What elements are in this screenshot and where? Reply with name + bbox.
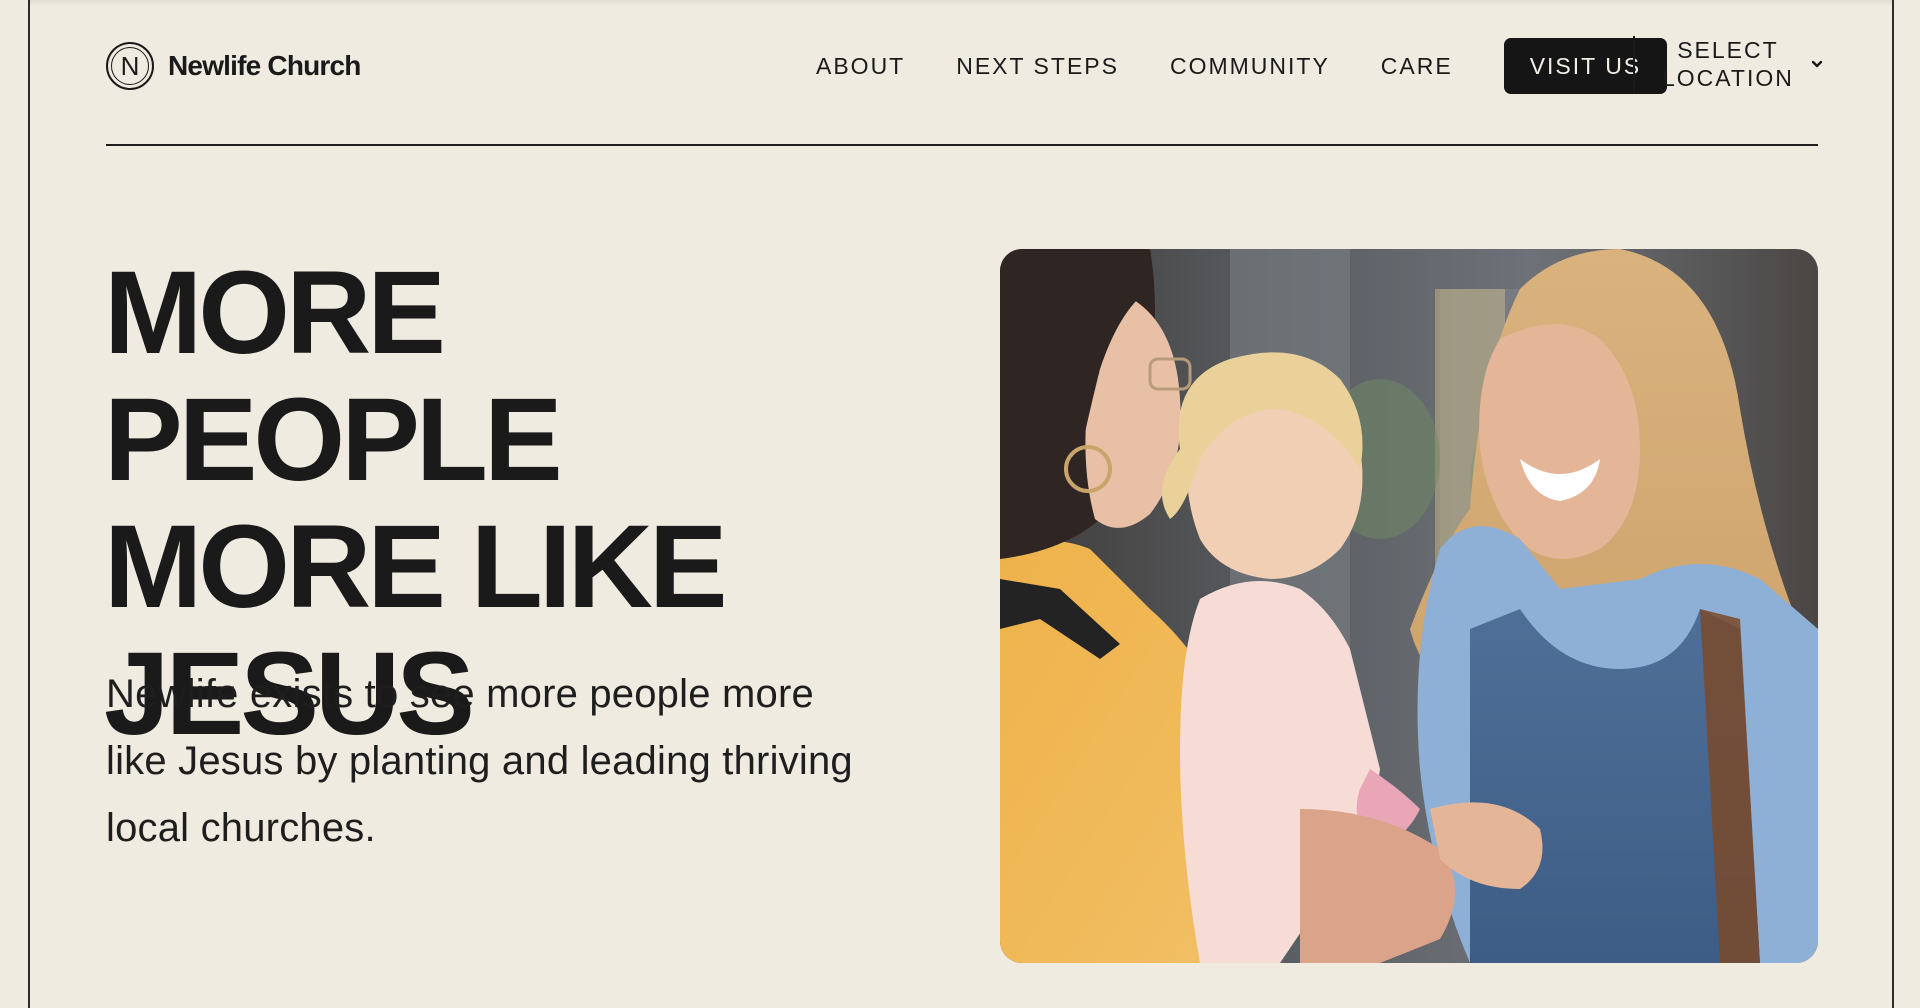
brand-logo-letter: N (120, 51, 140, 81)
visit-us-button[interactable]: VISIT US (1503, 38, 1668, 94)
nav-item-about[interactable]: ABOUT (816, 53, 905, 80)
brand-logo-link[interactable]: N Newlife Church (106, 39, 361, 93)
chevron-down-icon (1811, 60, 1823, 68)
brand-name: Newlife Church (168, 50, 361, 81)
hero-title-line-1: MORE PEOPLE (104, 247, 563, 506)
nav-item-next-steps[interactable]: NEXT STEPS (956, 53, 1119, 80)
site-header: N Newlife Church ABOUT NEXT STEPS COMMUN… (106, 0, 1823, 146)
nav-divider (1633, 36, 1635, 94)
select-location-dropdown[interactable]: SELECT LOCATION (1662, 36, 1824, 92)
nav-item-care[interactable]: CARE (1381, 53, 1453, 80)
hero-description: Newlife exists to see more people more l… (106, 672, 853, 850)
select-location-label: SELECT LOCATION (1662, 36, 1794, 92)
select-location-line-2: LOCATION (1662, 65, 1794, 91)
main-nav: ABOUT NEXT STEPS COMMUNITY CARE VISIT US (816, 0, 1668, 132)
select-location-line-1: SELECT (1677, 37, 1779, 63)
brand-logo-icon: N (106, 42, 154, 90)
hero-title-line-2: MORE LIKE (104, 501, 728, 633)
nav-item-community[interactable]: COMMUNITY (1170, 53, 1330, 80)
hero-photo-illustration (1000, 249, 1818, 963)
hero-photo (1000, 249, 1818, 963)
